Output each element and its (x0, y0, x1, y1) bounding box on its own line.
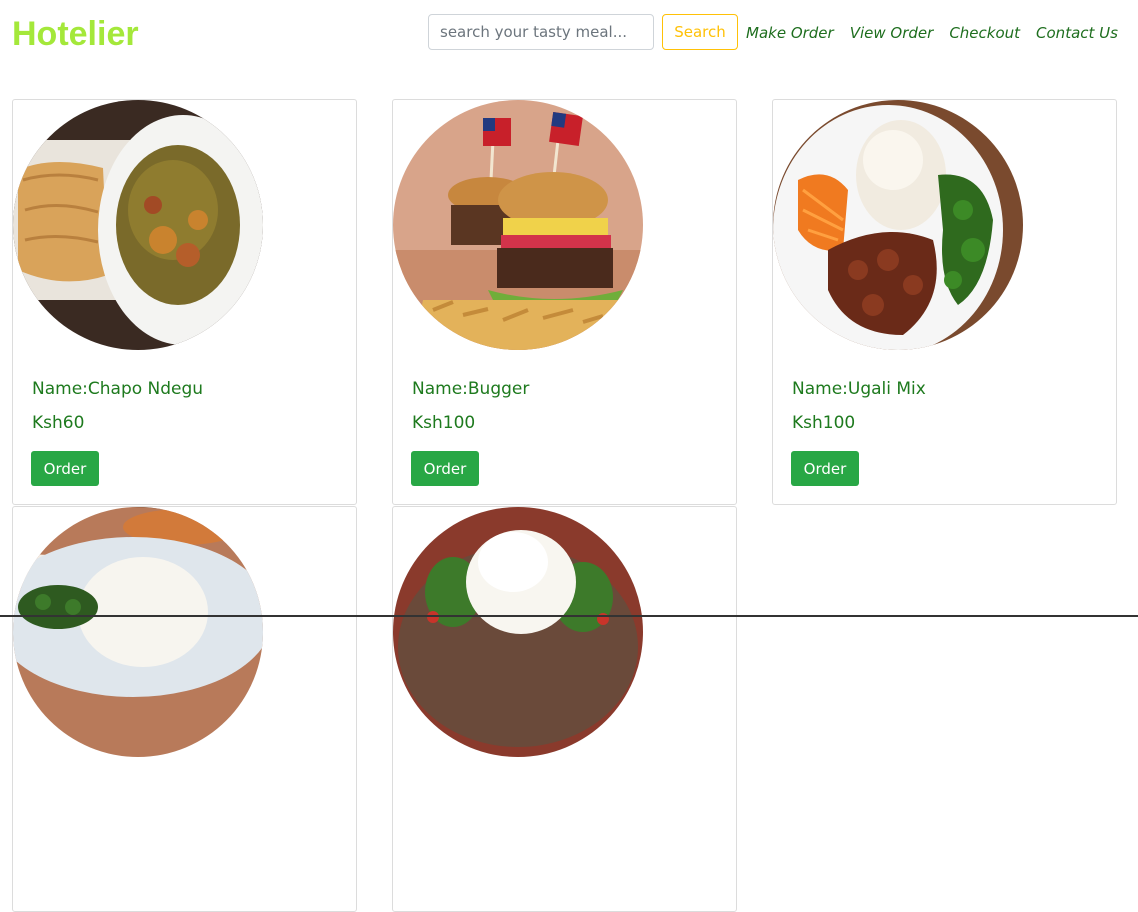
brand-logo[interactable]: Hotelier (12, 12, 139, 56)
product-price: Ksh100 (412, 413, 476, 433)
ugali-mix-image (773, 100, 1023, 350)
product-price: Ksh60 (32, 413, 85, 433)
search-button[interactable]: Search (662, 14, 738, 50)
order-button[interactable]: Order (31, 451, 99, 486)
product-card (392, 506, 737, 912)
product-name: Name:Chapo Ndegu (32, 379, 204, 399)
search-input[interactable] (428, 14, 654, 50)
ugali-greens-image (393, 507, 643, 757)
product-card: Name:Bugger Ksh100 Order (392, 99, 737, 505)
nav-links: Make Order View Order Checkout Contact U… (746, 22, 1118, 44)
product-card: Name:Ugali Mix Ksh100 Order (772, 99, 1117, 505)
nav-link-checkout[interactable]: Checkout (949, 22, 1020, 44)
nav-link-contact-us[interactable]: Contact Us (1036, 22, 1118, 44)
product-card: Name:Chapo Ndegu Ksh60 Order (12, 99, 357, 505)
order-button[interactable]: Order (411, 451, 479, 486)
nav-link-view-order[interactable]: View Order (850, 22, 934, 44)
nav-link-make-order[interactable]: Make Order (746, 22, 834, 44)
product-name: Name:Bugger (412, 379, 530, 399)
navbar: Hotelier Search Make Order View Order Ch… (0, 0, 1138, 70)
product-card (12, 506, 357, 912)
order-button[interactable]: Order (791, 451, 859, 486)
burger-image (393, 100, 643, 350)
ugali-sukuma-image (13, 507, 263, 757)
product-price: Ksh100 (792, 413, 856, 433)
product-name: Name:Ugali Mix (792, 379, 926, 399)
chapo-ndegu-image (13, 100, 263, 350)
